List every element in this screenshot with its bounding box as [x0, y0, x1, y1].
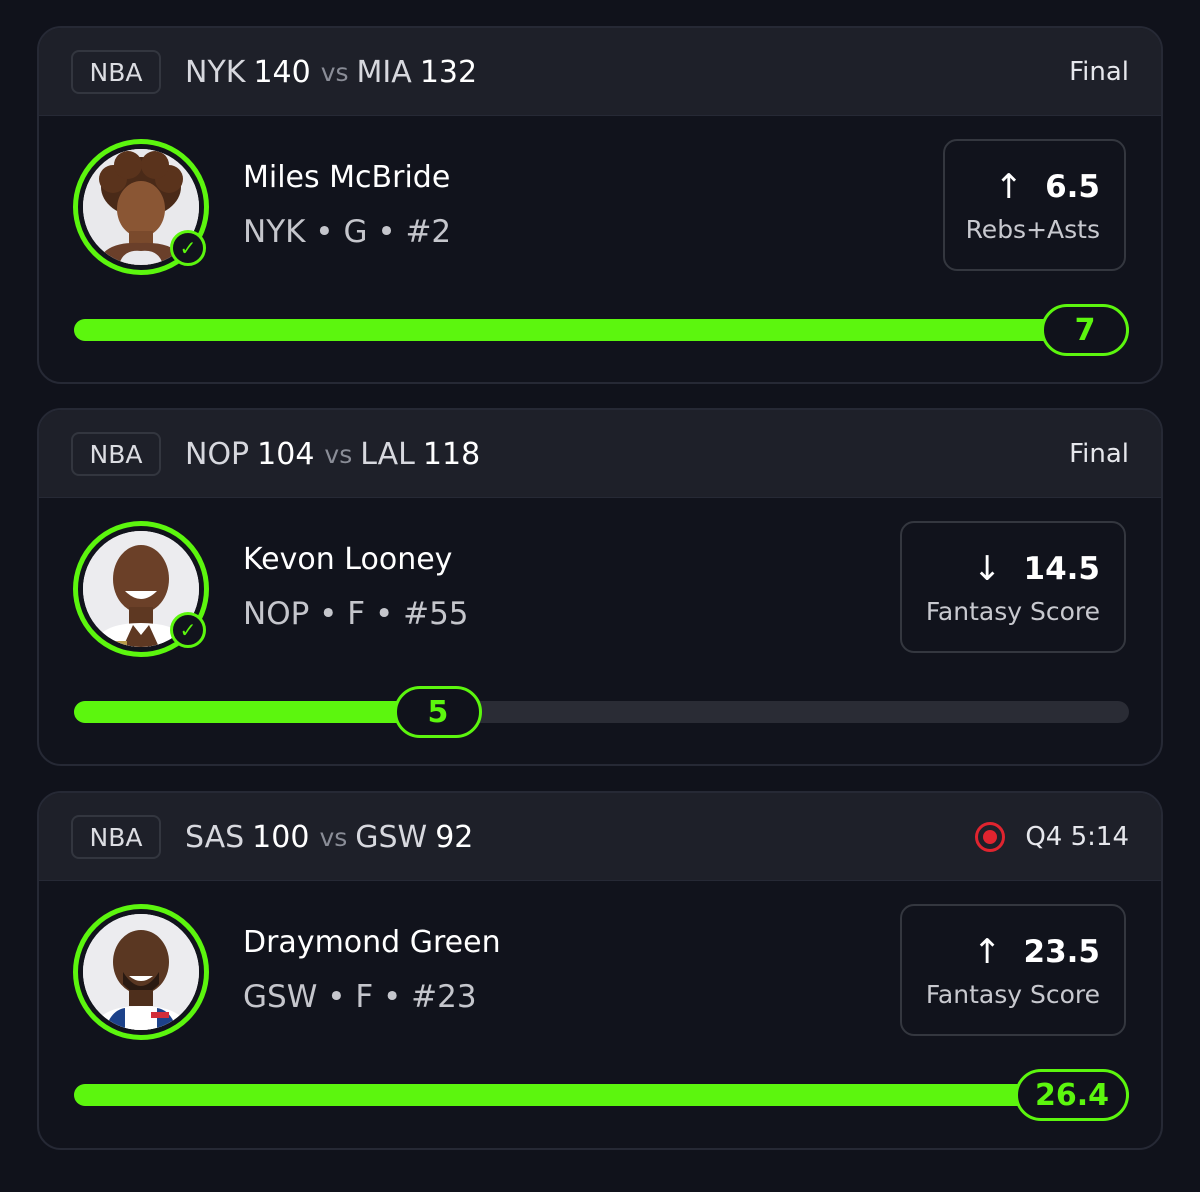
- player-avatar[interactable]: ✓: [73, 139, 209, 275]
- player-name: Miles McBride: [243, 160, 451, 195]
- player-name: Kevon Looney: [243, 542, 453, 577]
- line-value-row: ↑ 23.5: [973, 932, 1100, 972]
- league-badge: NBA: [71, 50, 161, 94]
- actual-value-pill: 5: [393, 686, 482, 738]
- stat-type: Fantasy Score: [925, 596, 1100, 626]
- score-away: 100: [252, 819, 310, 855]
- actual-value-pill: 26.4: [1015, 1069, 1129, 1121]
- prop-card[interactable]: NBA NOP 104 vs LAL 118 Final ✓ Kevon Loo…: [37, 408, 1163, 766]
- line-value-row: ↓ 14.5: [973, 549, 1100, 589]
- vs-label: vs: [324, 439, 353, 469]
- matchup: SAS 100 vs GSW 92: [185, 815, 473, 859]
- matchup: NYK 140 vs MIA 132: [185, 50, 477, 94]
- game-header: NBA NYK 140 vs MIA 132 Final: [39, 28, 1161, 116]
- score-home: 92: [435, 819, 474, 855]
- check-circle-icon: ✓: [170, 612, 206, 648]
- progress-fill: [74, 1084, 1129, 1106]
- line-value-row: ↑ 6.5: [995, 167, 1100, 207]
- team-away: NOP: [185, 436, 250, 472]
- progress-track: 5: [74, 686, 1129, 738]
- progress-fill: [74, 319, 1129, 341]
- progress-track: 7: [74, 304, 1129, 356]
- arrow-down-icon: ↓: [973, 548, 1002, 589]
- league-badge: NBA: [71, 815, 161, 859]
- check-circle-icon: ✓: [170, 230, 206, 266]
- game-status: Q4 5:14: [975, 815, 1129, 859]
- matchup: NOP 104 vs LAL 118: [185, 432, 480, 476]
- prop-card[interactable]: NBA NYK 140 vs MIA 132 Final ✓ Miles McB…: [37, 26, 1163, 384]
- status-text: Final: [1069, 57, 1129, 87]
- line-value: 6.5: [1045, 168, 1100, 205]
- team-home: GSW: [355, 819, 428, 855]
- progress-fill: [74, 701, 438, 723]
- player-info: GSW • F • #23: [243, 979, 477, 1015]
- live-indicator-icon: [975, 822, 1006, 852]
- score-home: 118: [422, 436, 481, 472]
- player-avatar[interactable]: [73, 904, 209, 1040]
- player-name: Draymond Green: [243, 925, 501, 960]
- player-row: Draymond Green GSW • F • #23 ↑ 23.5 Fant…: [39, 881, 1161, 1148]
- actual-value-pill: 7: [1041, 304, 1129, 356]
- arrow-up-icon: ↑: [973, 931, 1002, 972]
- line-value: 23.5: [1023, 933, 1101, 970]
- projection-box[interactable]: ↓ 14.5 Fantasy Score: [900, 521, 1126, 653]
- prop-card[interactable]: NBA SAS 100 vs GSW 92 Q4 5:14 Draymond G…: [37, 791, 1163, 1150]
- line-value: 14.5: [1023, 550, 1101, 587]
- stat-type: Rebs+Asts: [965, 214, 1100, 244]
- league-badge: NBA: [71, 432, 161, 476]
- score-home: 132: [419, 54, 478, 90]
- status-text: Final: [1069, 439, 1129, 469]
- player-row: ✓ Miles McBride NYK • G • #2 ↑ 6.5 Rebs+…: [39, 116, 1161, 382]
- vs-label: vs: [319, 822, 348, 852]
- score-away: 104: [257, 436, 315, 472]
- vs-label: vs: [320, 57, 349, 87]
- team-away: NYK: [185, 54, 246, 90]
- progress-track: 26.4: [74, 1069, 1129, 1121]
- score-away: 140: [253, 54, 311, 90]
- arrow-up-icon: ↑: [994, 166, 1024, 207]
- player-info: NOP • F • #55: [243, 596, 469, 632]
- player-photo: [83, 914, 199, 1030]
- game-status: Final: [1069, 432, 1129, 476]
- team-home: LAL: [360, 436, 415, 472]
- projection-box[interactable]: ↑ 23.5 Fantasy Score: [900, 904, 1126, 1036]
- game-header: NBA SAS 100 vs GSW 92 Q4 5:14: [39, 793, 1161, 881]
- projection-box[interactable]: ↑ 6.5 Rebs+Asts: [943, 139, 1126, 271]
- stat-type: Fantasy Score: [925, 979, 1100, 1009]
- status-text: Q4 5:14: [1025, 822, 1129, 852]
- game-header: NBA NOP 104 vs LAL 118 Final: [39, 410, 1161, 498]
- player-avatar[interactable]: ✓: [73, 521, 209, 657]
- player-row: ✓ Kevon Looney NOP • F • #55 ↓ 14.5 Fant…: [39, 498, 1161, 764]
- game-status: Final: [1069, 50, 1129, 94]
- player-info: NYK • G • #2: [243, 214, 452, 250]
- team-home: MIA: [356, 54, 412, 90]
- team-away: SAS: [185, 819, 245, 855]
